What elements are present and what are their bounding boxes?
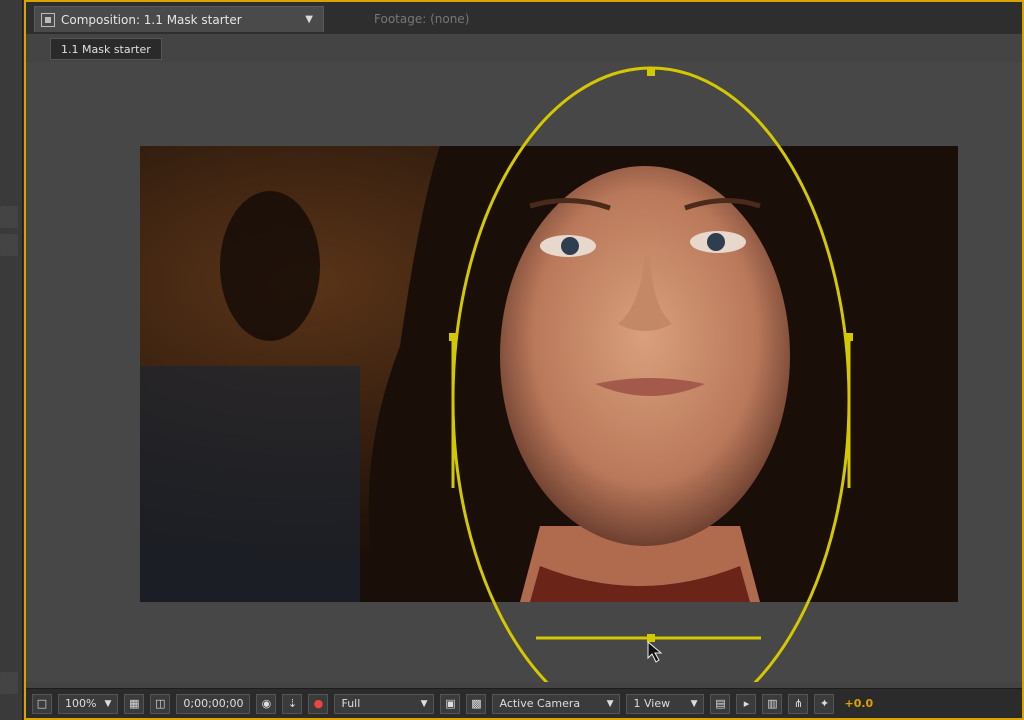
show-snapshot-icon[interactable]: ⇣ (282, 693, 303, 714)
grid-icon[interactable]: ▦ (124, 693, 145, 714)
panel-collapse-handle[interactable] (0, 206, 18, 228)
panel-bottom-handle[interactable] (0, 672, 18, 694)
composition-viewer[interactable] (26, 62, 1022, 682)
chevron-down-icon[interactable]: ▼ (305, 14, 313, 25)
mask-vertex-bottom[interactable] (647, 634, 655, 642)
breadcrumb-label: 1.1 Mask starter (61, 42, 151, 56)
app-window: Composition: 1.1 Mask starter ▼ Footage:… (0, 0, 1024, 720)
camera-icon[interactable]: ◉ (256, 693, 277, 714)
composition-panel: Composition: 1.1 Mask starter ▼ Footage:… (24, 0, 1024, 720)
mask-vertex-top[interactable] (647, 68, 655, 76)
composition-breadcrumb[interactable]: 1.1 Mask starter (50, 38, 162, 60)
panel-tab-bar: Composition: 1.1 Mask starter ▼ Footage:… (26, 2, 1022, 34)
mask-vertex-right[interactable] (845, 333, 853, 341)
mask-vertex-left[interactable] (449, 333, 457, 341)
mask-ellipse-path[interactable] (451, 66, 851, 682)
chevron-down-icon: ▼ (690, 698, 698, 709)
mask-icon[interactable]: ◫ (150, 693, 171, 714)
mask-path-overlay[interactable] (26, 62, 1022, 682)
reset-exposure-icon[interactable]: ✦ (814, 693, 835, 714)
flowchart-icon[interactable]: ⋔ (788, 693, 809, 714)
view-value: Active Camera (499, 697, 581, 710)
panel-tool-handle[interactable] (0, 234, 18, 256)
resolution-dropdown[interactable]: Full ▼ (334, 693, 435, 714)
resolution-value: Full (341, 697, 361, 710)
exposure-value[interactable]: +0.0 (844, 697, 873, 710)
toggle-pixel-aspect-icon[interactable]: ▤ (710, 693, 731, 714)
fast-previews-icon[interactable]: ▸ (736, 693, 757, 714)
timeline-icon[interactable]: ▥ (762, 693, 783, 714)
chevron-down-icon: ▼ (420, 698, 428, 709)
chevron-down-icon: ▼ (606, 698, 614, 709)
always-preview-icon[interactable]: □ (32, 693, 52, 714)
timecode-value: 0;00;00;00 (183, 697, 244, 710)
viewer-control-bar: □ 100% ▼ ▦ ◫ 0;00;00;00 ◉ ⇣ ● Full ▼ ▣ ▩ A… (26, 688, 1022, 718)
view-dropdown[interactable]: Active Camera ▼ (492, 693, 621, 714)
transparency-grid-icon[interactable]: ▩ (466, 693, 487, 714)
current-time-display[interactable]: 0;00;00;00 (176, 693, 251, 714)
mouse-cursor-icon (647, 640, 663, 663)
views-count-dropdown[interactable]: 1 View ▼ (626, 693, 705, 714)
magnification-value: 100% (65, 697, 97, 710)
tab-footage[interactable]: Footage: (none) (356, 6, 538, 32)
chevron-down-icon: ▼ (104, 698, 112, 709)
views-count-value: 1 View (633, 697, 671, 710)
left-panel-edge (0, 0, 23, 720)
magnification-dropdown[interactable]: 100% ▼ (58, 693, 119, 714)
tab-footage-label: Footage: (none) (374, 12, 470, 26)
tab-composition[interactable]: Composition: 1.1 Mask starter ▼ (34, 6, 324, 32)
region-of-interest-icon[interactable]: ▣ (440, 693, 461, 714)
tab-composition-label: Composition: 1.1 Mask starter (61, 12, 242, 27)
composition-icon (41, 12, 55, 27)
rgb-channel-icon[interactable]: ● (308, 693, 329, 714)
